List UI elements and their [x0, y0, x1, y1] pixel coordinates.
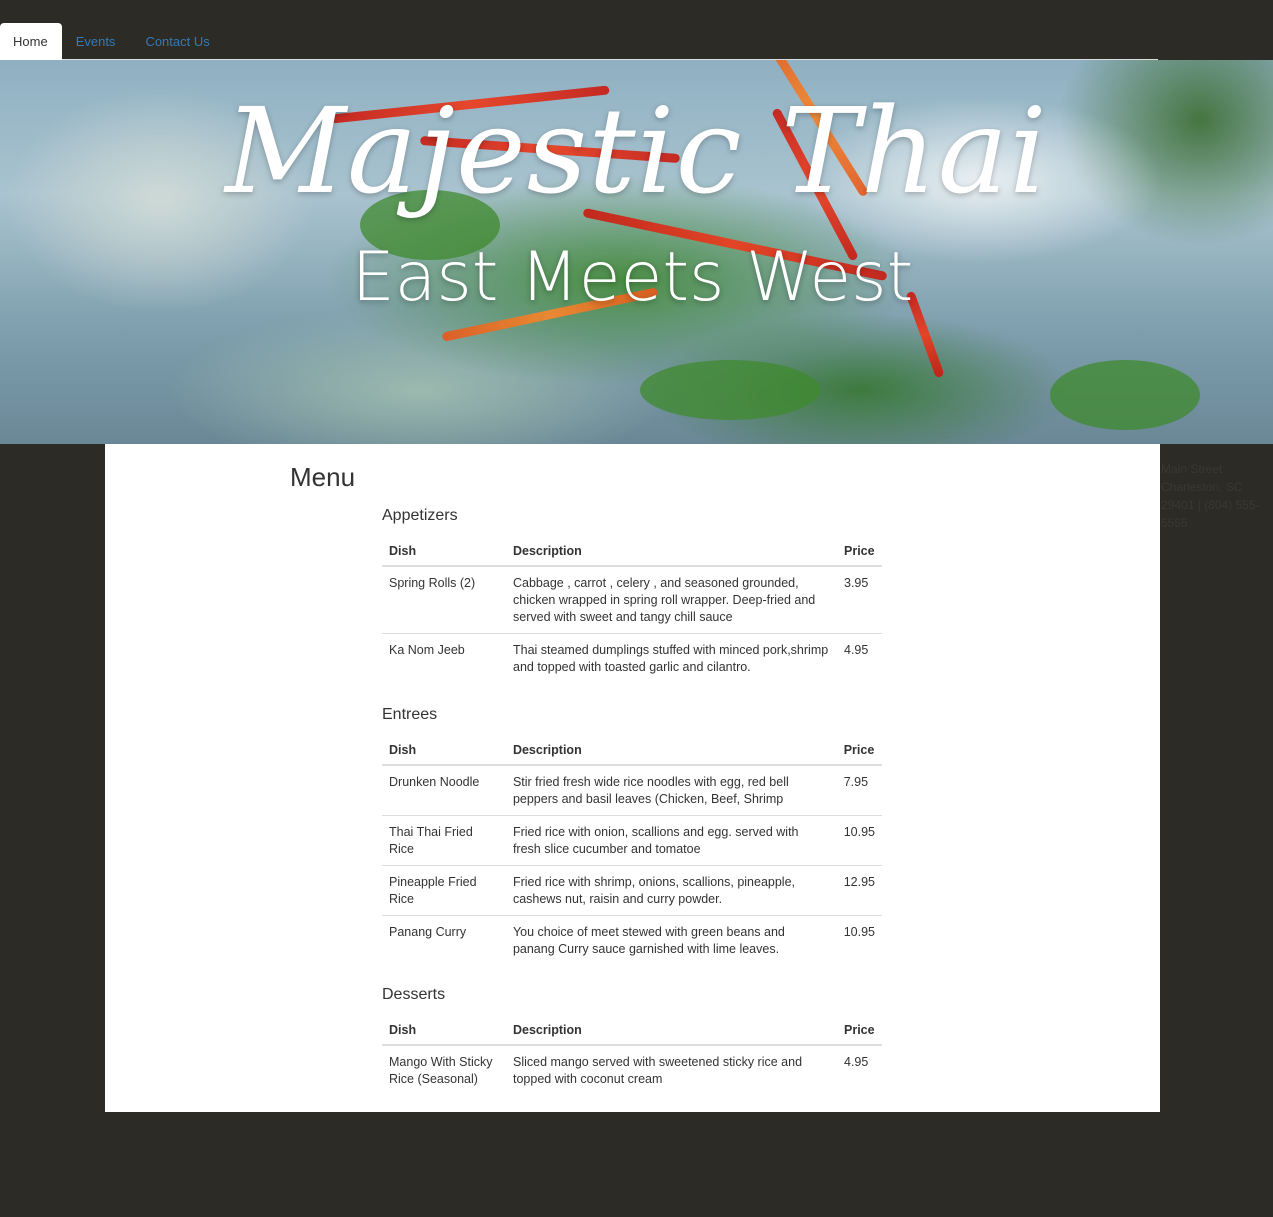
- table-row: Pineapple Fried Rice Fried rice with shr…: [382, 865, 882, 916]
- dish-description: Fried rice with shrimp, onions, scallion…: [505, 865, 837, 916]
- hero-subtitle: East Meets West: [351, 238, 914, 317]
- table-row: Mango With Sticky Rice (Seasonal) Sliced…: [382, 1045, 882, 1095]
- menu-content: Menu Appetizers Dish Description Price S…: [105, 444, 1160, 1112]
- section-title: Entrees: [382, 706, 438, 723]
- dish-name: Ka Nom Jeeb: [382, 633, 506, 683]
- hero-banner: Majestic Thai East Meets West: [0, 60, 1273, 444]
- column-header-dish: Dish: [382, 1016, 506, 1046]
- dish-description: Fried rice with onion, scallions and egg…: [505, 815, 837, 866]
- table-row: Spring Rolls (2) Cabbage , carrot , cele…: [382, 566, 882, 634]
- table-row: Panang Curry You choice of meet stewed w…: [382, 915, 882, 965]
- dish-description: Sliced mango served with sweetened stick…: [513, 1055, 803, 1086]
- menu-heading: Menu: [290, 462, 356, 492]
- menu-table: Dish Description Price Spring Rolls (2) …: [382, 537, 882, 683]
- dish-description: You choice of meet stewed with green bea…: [505, 915, 837, 965]
- dish-price: 7.95: [843, 775, 869, 789]
- tab-contact-us[interactable]: Contact Us: [131, 23, 225, 60]
- menu-table: Dish Description Price Drunken Noodle St…: [382, 736, 882, 965]
- menu-table: Dish Description Price Mango With Sticky…: [382, 1016, 882, 1095]
- address-block: Main Street Charleston, SC 29401 | (804)…: [1161, 460, 1266, 532]
- table-row: Ka Nom Jeeb Thai steamed dumplings stuff…: [382, 633, 882, 683]
- dish-description: Stir fried fresh wide rice noodles with …: [512, 775, 789, 806]
- hero-decoration: [640, 360, 820, 420]
- address-line: 29401 | (804) 555-: [1161, 498, 1260, 512]
- menu-section-entrees: Entrees Dish Description Price Drunken N…: [382, 706, 882, 965]
- dish-price: 3.95: [844, 576, 869, 590]
- tab-events[interactable]: Events: [62, 23, 132, 60]
- section-title: Appetizers: [382, 507, 458, 524]
- address-line: 5555: [1161, 516, 1188, 530]
- table-row: Drunken Noodle Stir fried fresh wide ric…: [382, 765, 882, 816]
- dish-name: Spring Rolls (2): [389, 576, 476, 590]
- dish-price: 4.95: [837, 633, 882, 683]
- menu-section-desserts: Desserts Dish Description Price Mango Wi…: [382, 986, 882, 1095]
- address-line: Main Street: [1161, 462, 1223, 476]
- column-header-description: Description: [505, 736, 837, 766]
- dish-name: Pineapple Fried Rice: [382, 865, 506, 916]
- section-title: Desserts: [382, 986, 446, 1003]
- tab-home[interactable]: Home: [0, 23, 62, 60]
- dish-price: 4.95: [844, 1055, 869, 1069]
- top-bar: Home Events Contact Us: [0, 0, 1273, 60]
- address-line: Charleston, SC: [1161, 480, 1243, 494]
- column-header-price: Price: [837, 537, 882, 567]
- column-header-dish: Dish: [382, 537, 506, 567]
- dish-name: Drunken Noodle: [389, 775, 480, 789]
- dish-name: Panang Curry: [382, 915, 506, 965]
- dish-description: Thai steamed dumplings stuffed with minc…: [506, 633, 837, 683]
- hero-title: Majestic Thai: [225, 82, 1048, 220]
- column-header-price: Price: [836, 736, 882, 766]
- dish-price: 10.95: [836, 915, 882, 965]
- nav-tabs: Home Events Contact Us: [0, 23, 226, 60]
- menu-section-appetizers: Appetizers Dish Description Price Spring…: [382, 507, 882, 683]
- column-header-dish: Dish: [382, 736, 506, 766]
- table-row: Thai Thai Fried Rice Fried rice with oni…: [382, 815, 882, 866]
- dish-price: 12.95: [836, 865, 882, 916]
- column-header-price: Price: [837, 1016, 882, 1046]
- dish-description: Cabbage , carrot , celery , and seasoned…: [513, 576, 816, 624]
- hero-decoration: [1050, 360, 1200, 430]
- dish-name: Mango With Sticky Rice (Seasonal): [389, 1055, 493, 1086]
- dish-name: Thai Thai Fried Rice: [382, 815, 506, 866]
- column-header-description: Description: [506, 537, 837, 567]
- column-header-description: Description: [506, 1016, 837, 1046]
- dish-price: 10.95: [836, 815, 882, 866]
